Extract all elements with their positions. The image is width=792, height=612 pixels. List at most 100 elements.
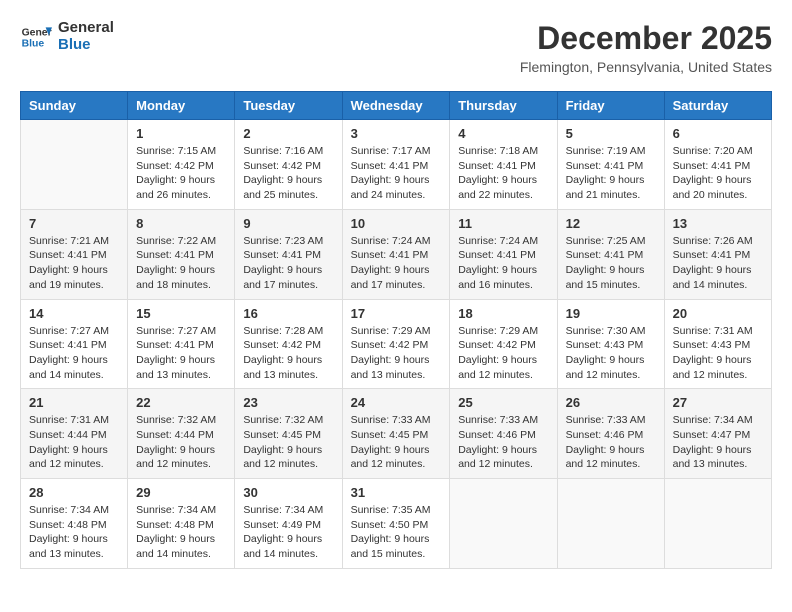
- calendar-cell: 2Sunrise: 7:16 AMSunset: 4:42 PMDaylight…: [235, 120, 342, 210]
- calendar-cell: 8Sunrise: 7:22 AMSunset: 4:41 PMDaylight…: [128, 209, 235, 299]
- column-header-monday: Monday: [128, 92, 235, 120]
- day-info: Sunrise: 7:30 AMSunset: 4:43 PMDaylight:…: [566, 324, 656, 383]
- day-info: Sunrise: 7:25 AMSunset: 4:41 PMDaylight:…: [566, 234, 656, 293]
- calendar-table: SundayMondayTuesdayWednesdayThursdayFrid…: [20, 91, 772, 569]
- column-header-saturday: Saturday: [664, 92, 771, 120]
- day-info: Sunrise: 7:27 AMSunset: 4:41 PMDaylight:…: [29, 324, 119, 383]
- column-header-friday: Friday: [557, 92, 664, 120]
- calendar-cell: 30Sunrise: 7:34 AMSunset: 4:49 PMDayligh…: [235, 479, 342, 569]
- day-number: 6: [673, 126, 763, 141]
- day-info: Sunrise: 7:15 AMSunset: 4:42 PMDaylight:…: [136, 144, 226, 203]
- day-number: 23: [243, 395, 333, 410]
- day-info: Sunrise: 7:32 AMSunset: 4:45 PMDaylight:…: [243, 413, 333, 472]
- calendar-cell: 11 Sunrise: 7:24 AMSunset: 4:41 PMDayligh…: [450, 209, 557, 299]
- calendar-week-row: 21Sunrise: 7:31 AMSunset: 4:44 PMDayligh…: [21, 389, 772, 479]
- day-number: 19: [566, 306, 656, 321]
- column-header-tuesday: Tuesday: [235, 92, 342, 120]
- calendar-cell: 7 Sunrise: 7:21 AMSunset: 4:41 PMDaylight…: [21, 209, 128, 299]
- calendar-cell: 22 Sunrise: 7:32 AMSunset: 4:44 PMDayligh…: [128, 389, 235, 479]
- calendar-cell: 26 Sunrise: 7:33 AMSunset: 4:46 PMDayligh…: [557, 389, 664, 479]
- calendar-cell: 19 Sunrise: 7:30 AMSunset: 4:43 PMDayligh…: [557, 299, 664, 389]
- calendar-cell: [664, 479, 771, 569]
- day-number: 9: [243, 216, 333, 231]
- calendar-cell: 1 Sunrise: 7:15 AMSunset: 4:42 PMDaylight…: [128, 120, 235, 210]
- calendar-cell: 15 Sunrise: 7:27 AMSunset: 4:41 PMDayligh…: [128, 299, 235, 389]
- day-info: Sunrise: 7:21 AMSunset: 4:41 PMDaylight:…: [29, 234, 119, 293]
- calendar-cell: [21, 120, 128, 210]
- day-info: Sunrise: 7:29 AMSunset: 4:42 PMDaylight:…: [351, 324, 442, 383]
- day-info: Sunrise: 7:23 AMSunset: 4:41 PMDaylight:…: [243, 234, 333, 293]
- day-number: 15: [136, 306, 226, 321]
- day-info: Sunrise: 7:20 AMSunset: 4:41 PMDaylight:…: [673, 144, 763, 203]
- day-number: 27: [673, 395, 763, 410]
- day-info: Sunrise: 7:26 AMSunset: 4:41 PMDaylight:…: [673, 234, 763, 293]
- calendar-cell: 6 Sunrise: 7:20 AMSunset: 4:41 PMDaylight…: [664, 120, 771, 210]
- calendar-cell: 10 Sunrise: 7:24 AMSunset: 4:41 PMDayligh…: [342, 209, 450, 299]
- day-info: Sunrise: 7:33 AMSunset: 4:46 PMDaylight:…: [458, 413, 548, 472]
- day-number: 24: [351, 395, 442, 410]
- calendar-week-row: 14Sunrise: 7:27 AMSunset: 4:41 PMDayligh…: [21, 299, 772, 389]
- day-info: Sunrise: 7:28 AMSunset: 4:42 PMDaylight:…: [243, 324, 333, 383]
- month-title: December 2025: [520, 20, 772, 57]
- day-info: Sunrise: 7:32 AMSunset: 4:44 PMDaylight:…: [136, 413, 226, 472]
- day-number: 13: [673, 216, 763, 231]
- calendar-cell: 16 Sunrise: 7:28 AMSunset: 4:42 PMDayligh…: [235, 299, 342, 389]
- calendar-week-row: 28 Sunrise: 7:34 AMSunset: 4:48 PMDayligh…: [21, 479, 772, 569]
- day-number: 3: [351, 126, 442, 141]
- day-number: 25: [458, 395, 548, 410]
- logo-line2: Blue: [58, 37, 114, 54]
- calendar-cell: 14Sunrise: 7:27 AMSunset: 4:41 PMDayligh…: [21, 299, 128, 389]
- day-info: Sunrise: 7:27 AMSunset: 4:41 PMDaylight:…: [136, 324, 226, 383]
- calendar-cell: [450, 479, 557, 569]
- calendar-cell: 12Sunrise: 7:25 AMSunset: 4:41 PMDayligh…: [557, 209, 664, 299]
- day-number: 28: [29, 485, 119, 500]
- day-info: Sunrise: 7:24 AMSunset: 4:41 PMDaylight:…: [351, 234, 442, 293]
- column-header-wednesday: Wednesday: [342, 92, 450, 120]
- day-number: 4: [458, 126, 548, 141]
- day-info: Sunrise: 7:33 AMSunset: 4:46 PMDaylight:…: [566, 413, 656, 472]
- column-header-sunday: Sunday: [21, 92, 128, 120]
- day-info: Sunrise: 7:17 AMSunset: 4:41 PMDaylight:…: [351, 144, 442, 203]
- calendar-header-row: SundayMondayTuesdayWednesdayThursdayFrid…: [21, 92, 772, 120]
- calendar-cell: 23 Sunrise: 7:32 AMSunset: 4:45 PMDayligh…: [235, 389, 342, 479]
- title-block: December 2025 Flemington, Pennsylvania, …: [520, 20, 772, 75]
- day-info: Sunrise: 7:19 AMSunset: 4:41 PMDaylight:…: [566, 144, 656, 203]
- day-info: Sunrise: 7:34 AMSunset: 4:47 PMDaylight:…: [673, 413, 763, 472]
- calendar-cell: 27 Sunrise: 7:34 AMSunset: 4:47 PMDayligh…: [664, 389, 771, 479]
- day-number: 10: [351, 216, 442, 231]
- calendar-cell: 17 Sunrise: 7:29 AMSunset: 4:42 PMDayligh…: [342, 299, 450, 389]
- logo: General Blue General Blue: [20, 20, 114, 53]
- day-number: 21: [29, 395, 119, 410]
- day-number: 17: [351, 306, 442, 321]
- day-info: Sunrise: 7:24 AMSunset: 4:41 PMDaylight:…: [458, 234, 548, 293]
- calendar-week-row: 1 Sunrise: 7:15 AMSunset: 4:42 PMDaylight…: [21, 120, 772, 210]
- day-info: Sunrise: 7:34 AMSunset: 4:48 PMDaylight:…: [136, 503, 226, 562]
- calendar-cell: 28 Sunrise: 7:34 AMSunset: 4:48 PMDayligh…: [21, 479, 128, 569]
- calendar-week-row: 7 Sunrise: 7:21 AMSunset: 4:41 PMDaylight…: [21, 209, 772, 299]
- calendar-cell: 9 Sunrise: 7:23 AMSunset: 4:41 PMDaylight…: [235, 209, 342, 299]
- logo-line1: General: [58, 20, 114, 37]
- day-info: Sunrise: 7:34 AMSunset: 4:49 PMDaylight:…: [243, 503, 333, 562]
- calendar-cell: 18Sunrise: 7:29 AMSunset: 4:42 PMDayligh…: [450, 299, 557, 389]
- calendar-cell: 29 Sunrise: 7:34 AMSunset: 4:48 PMDayligh…: [128, 479, 235, 569]
- calendar-cell: 5Sunrise: 7:19 AMSunset: 4:41 PMDaylight…: [557, 120, 664, 210]
- calendar-cell: [557, 479, 664, 569]
- calendar-cell: 20Sunrise: 7:31 AMSunset: 4:43 PMDayligh…: [664, 299, 771, 389]
- day-number: 29: [136, 485, 226, 500]
- logo-icon: General Blue: [20, 21, 52, 53]
- day-info: Sunrise: 7:34 AMSunset: 4:48 PMDaylight:…: [29, 503, 119, 562]
- page-header: General Blue General Blue December 2025 …: [20, 20, 772, 75]
- day-number: 7: [29, 216, 119, 231]
- calendar-cell: 3 Sunrise: 7:17 AMSunset: 4:41 PMDaylight…: [342, 120, 450, 210]
- day-info: Sunrise: 7:31 AMSunset: 4:43 PMDaylight:…: [673, 324, 763, 383]
- day-number: 22: [136, 395, 226, 410]
- day-number: 16: [243, 306, 333, 321]
- location: Flemington, Pennsylvania, United States: [520, 59, 772, 75]
- day-number: 31: [351, 485, 442, 500]
- day-number: 8: [136, 216, 226, 231]
- svg-text:Blue: Blue: [22, 38, 45, 49]
- day-number: 1: [136, 126, 226, 141]
- day-number: 26: [566, 395, 656, 410]
- calendar-cell: 4Sunrise: 7:18 AMSunset: 4:41 PMDaylight…: [450, 120, 557, 210]
- day-number: 11: [458, 216, 548, 231]
